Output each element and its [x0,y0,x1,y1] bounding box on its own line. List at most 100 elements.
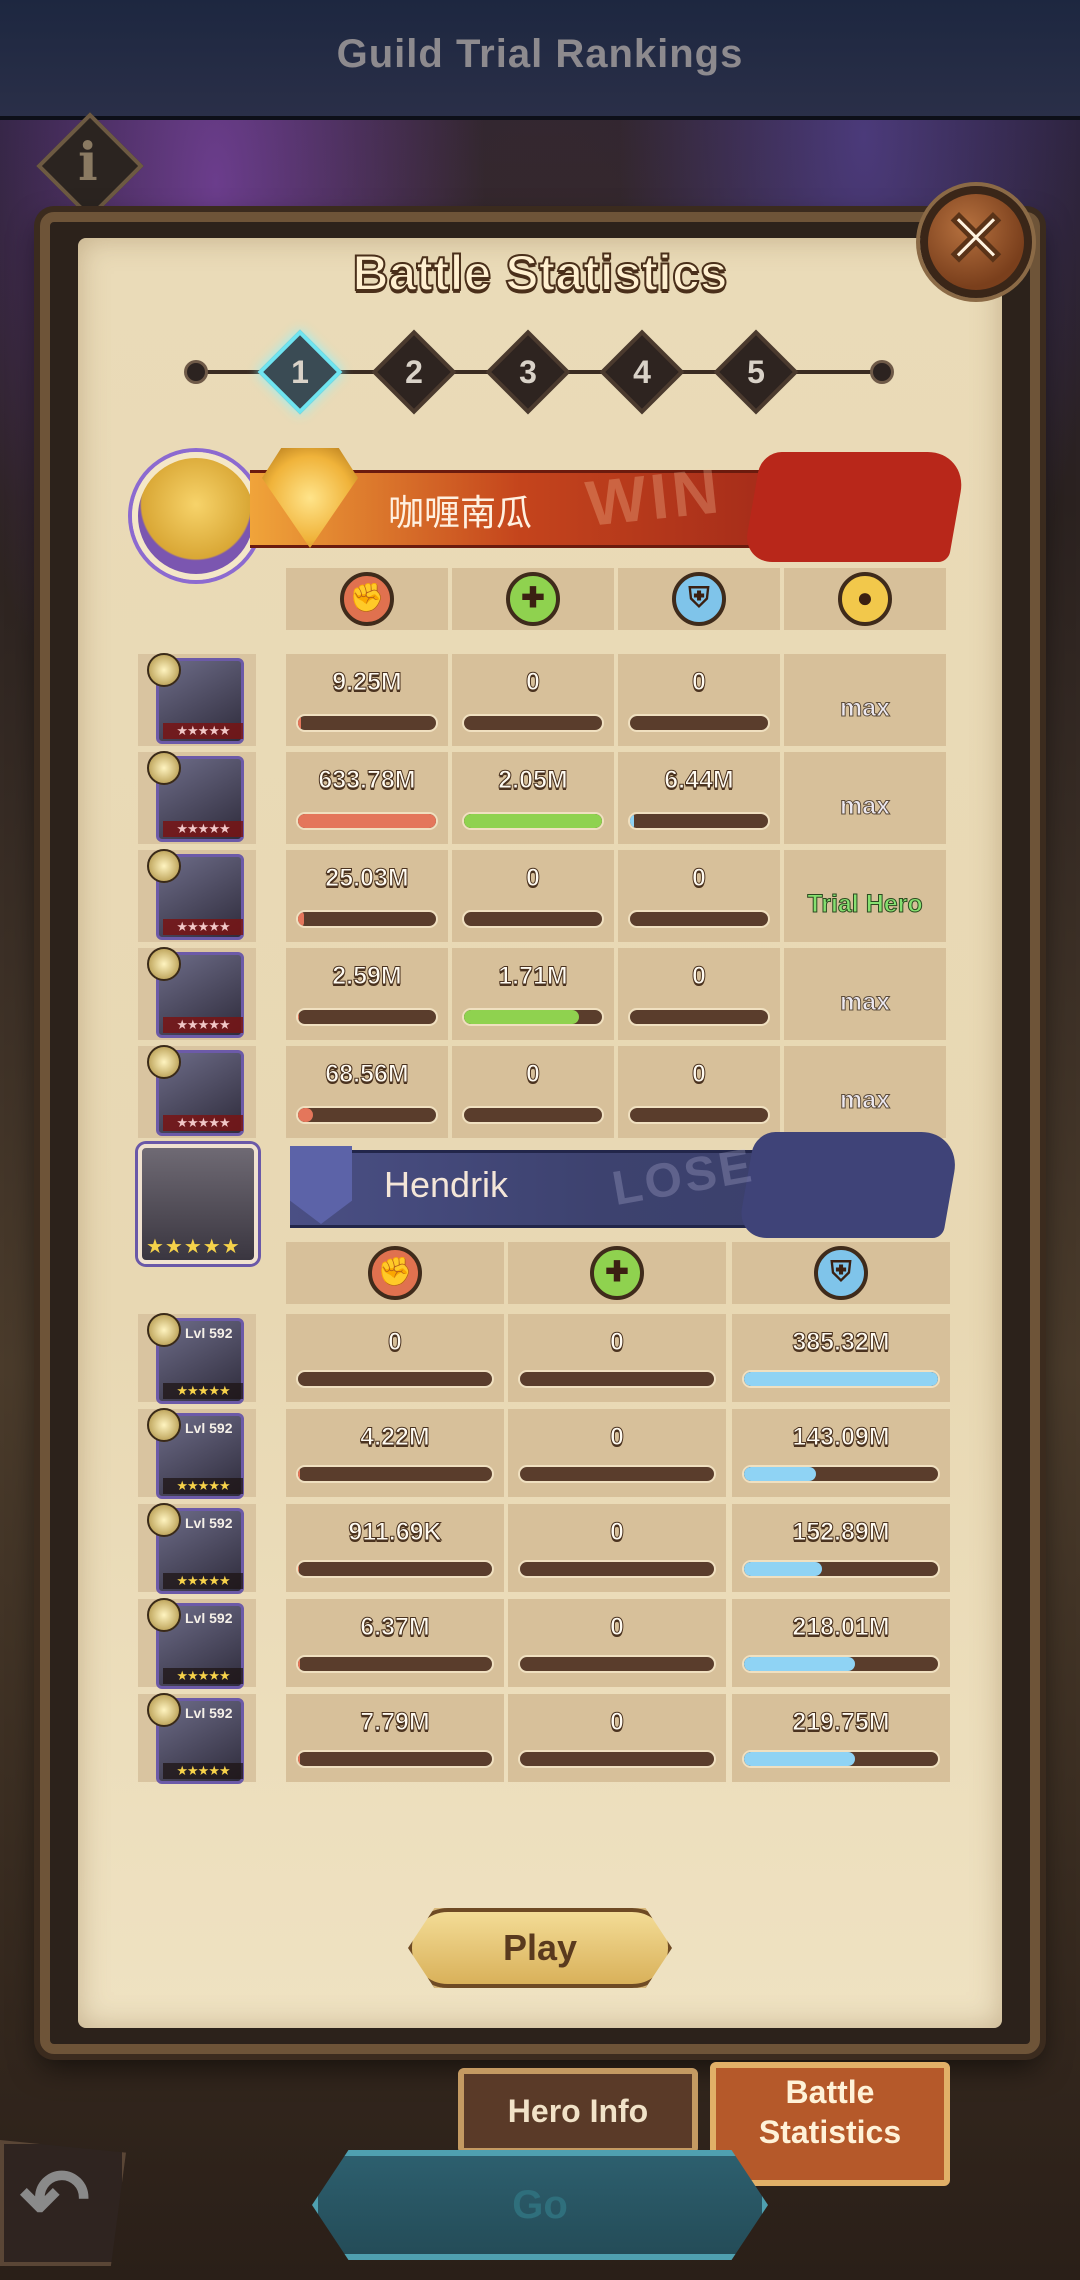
hero-faction-icon [147,1313,181,1347]
hero-portrait[interactable]: Lvl 592 ★★★★★ [147,1598,244,1689]
shield-value: 6.44M [664,766,734,795]
loser-hero-1[interactable]: Lvl 592 ★★★★★ [138,1313,256,1404]
shield-bar [628,910,770,928]
loser-shield-cell: 385.32M [732,1314,950,1402]
winner-hero-4[interactable]: ★★★★★ [138,947,256,1040]
energy-icon: ● [838,572,892,626]
round-tab-label-5[interactable]: 5 [726,348,786,396]
healing-value: 0 [610,1423,625,1452]
hero-portrait[interactable]: ★★★★★ [147,947,244,1038]
close-icon[interactable]: ✕ [920,186,1032,298]
healing-value: 0 [610,1518,625,1547]
hero-portrait[interactable]: ★★★★★ [147,653,244,744]
hero-portrait[interactable]: ★★★★★ [147,751,244,842]
shield-bar-fill [744,1372,938,1386]
loser-hero-2[interactable]: Lvl 592 ★★★★★ [138,1408,256,1499]
hero-portrait[interactable]: ★★★★★ [147,1045,244,1136]
back-arrow-icon[interactable]: ↶ [20,2150,90,2248]
round-tab-label-1[interactable]: 1 [270,348,330,396]
hero-faction-icon [147,1598,181,1632]
damage-bar [296,910,438,928]
winner-avatar[interactable] [132,452,260,580]
shield-value: 219.75M [792,1708,890,1737]
winner-hero-5[interactable]: ★★★★★ [138,1045,256,1138]
damage-value: 4.22M [360,1423,430,1452]
damage-bar [296,714,438,732]
tab-battle-statistics-label[interactable]: Battle Statistics [710,2072,950,2152]
loser-hero-5[interactable]: Lvl 592 ★★★★★ [138,1693,256,1784]
round-tab-label-4[interactable]: 4 [612,348,672,396]
winner-damage-cell: 2.59M [286,948,448,1040]
healing-value: 0 [526,1060,541,1089]
healing-value: 0 [610,1708,625,1737]
win-stamp: WIN [582,454,726,540]
loser-healing-cell: 0 [508,1599,726,1687]
healing-value: 0 [610,1613,625,1642]
play-button-label[interactable]: Play [408,1908,672,1988]
damage-bar [296,812,438,830]
healing-bar-fill [464,1010,579,1024]
tab-hero-info-label[interactable]: Hero Info [458,2068,698,2154]
shield-bar-fill [630,814,635,828]
loser-header-cell-3: ⛨ [732,1242,950,1304]
winner-damage-cell: 25.03M [286,850,448,942]
winner-hero-3[interactable]: ★★★★★ [138,849,256,942]
hero-stars: ★★★★★ [163,919,243,935]
loser-shield-cell: 143.09M [732,1409,950,1497]
shield-value: 385.32M [792,1328,890,1357]
loser-shield-cell: 152.89M [732,1504,950,1592]
hero-stars: ★★★★★ [163,723,243,739]
hero-level: Lvl 592 [185,1515,233,1531]
loser-stars: ★★★★★ [146,1236,241,1258]
hero-stars: ★★★★★ [163,1573,243,1589]
damage-value: 0 [388,1328,403,1357]
winner-name: 咖喱南瓜 [388,493,533,534]
damage-bar [296,1370,494,1388]
hero-faction-icon [147,1503,181,1537]
damage-value: 7.79M [360,1708,430,1737]
hero-level: Lvl 592 [185,1325,233,1341]
winner-note-cell: max [784,654,946,746]
info-icon[interactable]: i [78,132,98,193]
loser-shield-cell: 218.01M [732,1599,950,1687]
shield-value: 0 [692,962,707,991]
shield-icon: ⛨ [814,1246,868,1300]
tab-battle-line1: Battle [785,2074,875,2110]
hero-faction-icon [147,1693,181,1727]
loser-shield-cell: 219.75M [732,1694,950,1782]
healing-bar [462,1106,604,1124]
round-tab-label-3[interactable]: 3 [498,348,558,396]
healing-bar [462,812,604,830]
damage-value: 68.56M [325,1060,409,1089]
healing-bar-fill [464,814,602,828]
go-button-label[interactable]: Go [312,2150,768,2260]
healing-value: 0 [526,668,541,697]
winner-healing-cell: 0 [452,654,614,746]
hero-portrait[interactable]: Lvl 592 ★★★★★ [147,1408,244,1499]
hero-portrait[interactable]: Lvl 592 ★★★★★ [147,1313,244,1404]
damage-bar-fill [298,1467,300,1481]
round-tab-label-2[interactable]: 2 [384,348,444,396]
healing-bar [462,1008,604,1026]
hero-portrait[interactable]: ★★★★★ [147,849,244,940]
loser-hero-3[interactable]: Lvl 592 ★★★★★ [138,1503,256,1594]
damage-bar-fill [298,1108,314,1122]
winner-hero-2[interactable]: ★★★★★ [138,751,256,844]
hero-level: Lvl 592 [185,1420,233,1436]
shield-bar-fill [744,1657,855,1671]
shield-bar [742,1560,940,1578]
loser-hero-4[interactable]: Lvl 592 ★★★★★ [138,1598,256,1689]
shield-bar [742,1370,940,1388]
damage-bar-fill [298,912,304,926]
loser-header-cell-2: ✚ [508,1242,726,1304]
hero-portrait[interactable]: Lvl 592 ★★★★★ [147,1503,244,1594]
winner-hero-1[interactable]: ★★★★★ [138,653,256,746]
damage-bar [296,1655,494,1673]
hero-stars: ★★★★★ [163,821,243,837]
max-energy-label: max [839,694,891,723]
hero-faction-icon [147,653,181,687]
hero-portrait[interactable]: Lvl 592 ★★★★★ [147,1693,244,1784]
healing-bar [462,910,604,928]
shield-bar [628,1008,770,1026]
hero-stars: ★★★★★ [163,1017,243,1033]
